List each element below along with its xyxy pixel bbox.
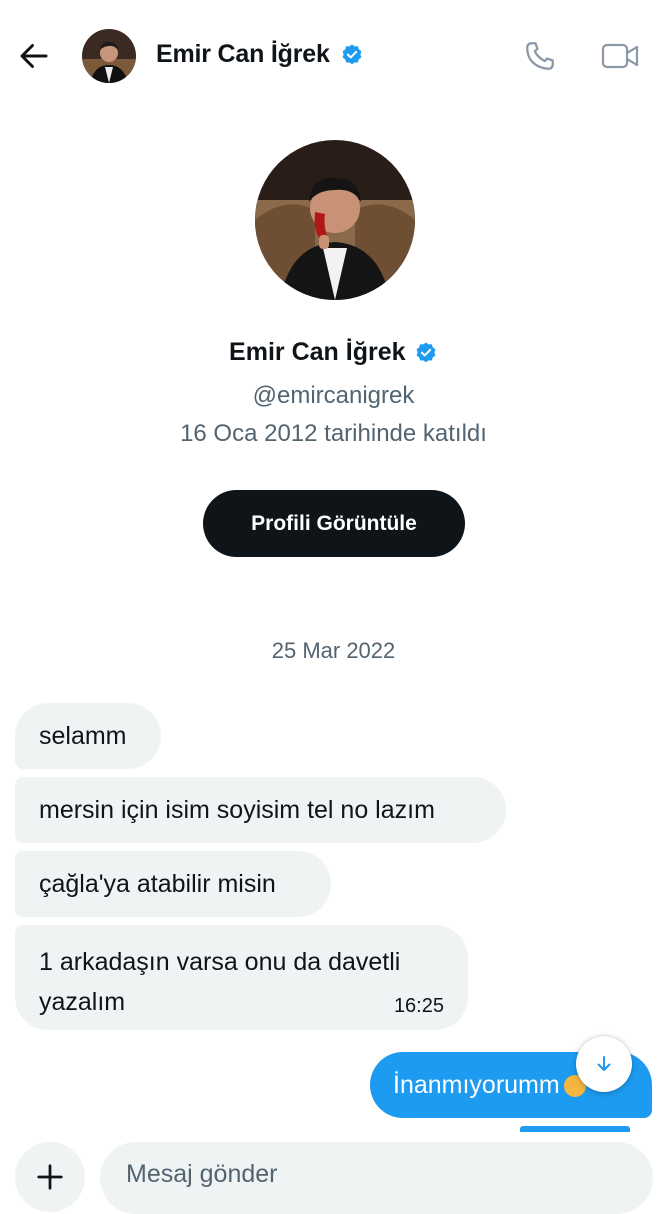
profile-avatar[interactable]: [255, 140, 415, 300]
received-message[interactable]: selamm: [15, 703, 161, 769]
voice-call-button[interactable]: [522, 38, 558, 74]
date-separator: 25 Mar 2022: [271, 638, 396, 663]
scroll-to-bottom-button[interactable]: [576, 1036, 632, 1092]
message-text: çağla'ya atabilir misin: [39, 870, 276, 898]
profile-handle: @emircanigrek: [252, 382, 415, 409]
profile-joined-date: 16 Oca 2012 tarihinde katıldı: [180, 420, 487, 447]
header-avatar[interactable]: [82, 29, 136, 83]
message-timestamp: 16:25: [393, 995, 444, 1017]
add-media-button[interactable]: [15, 1142, 85, 1212]
received-message[interactable]: 1 arkadaşın varsa onu da davetli yazalım…: [15, 925, 468, 1030]
received-message[interactable]: çağla'ya atabilir misin: [15, 851, 331, 917]
message-text: İnanmıyorumm: [393, 1071, 560, 1099]
message-input[interactable]: [100, 1142, 653, 1214]
verified-badge-icon: [416, 342, 436, 362]
message-text: 1 arkadaşın varsa onu da davetli yazalım: [39, 948, 401, 1016]
profile-name-row: Emir Can İğrek: [0, 338, 667, 367]
arrow-down-icon: [597, 1056, 611, 1071]
plus-icon: [37, 1164, 63, 1190]
arrow-left-icon: [20, 44, 48, 68]
profile-name: Emir Can İğrek: [229, 338, 406, 366]
received-message[interactable]: mersin için isim soyisim tel no lazım: [15, 777, 506, 843]
verified-badge-icon: [342, 44, 362, 65]
phone-icon: [526, 42, 554, 70]
view-profile-button[interactable]: Profili Görüntüle: [203, 490, 465, 557]
conversation-header: Emir Can İğrek: [0, 0, 667, 112]
message-text: selamm: [39, 722, 127, 750]
back-button[interactable]: [16, 38, 52, 74]
message-text: mersin için isim soyisim tel no lazım: [39, 796, 435, 824]
header-name[interactable]: Emir Can İğrek: [156, 40, 330, 69]
video-call-button[interactable]: [600, 40, 640, 72]
video-camera-icon: [601, 43, 639, 69]
